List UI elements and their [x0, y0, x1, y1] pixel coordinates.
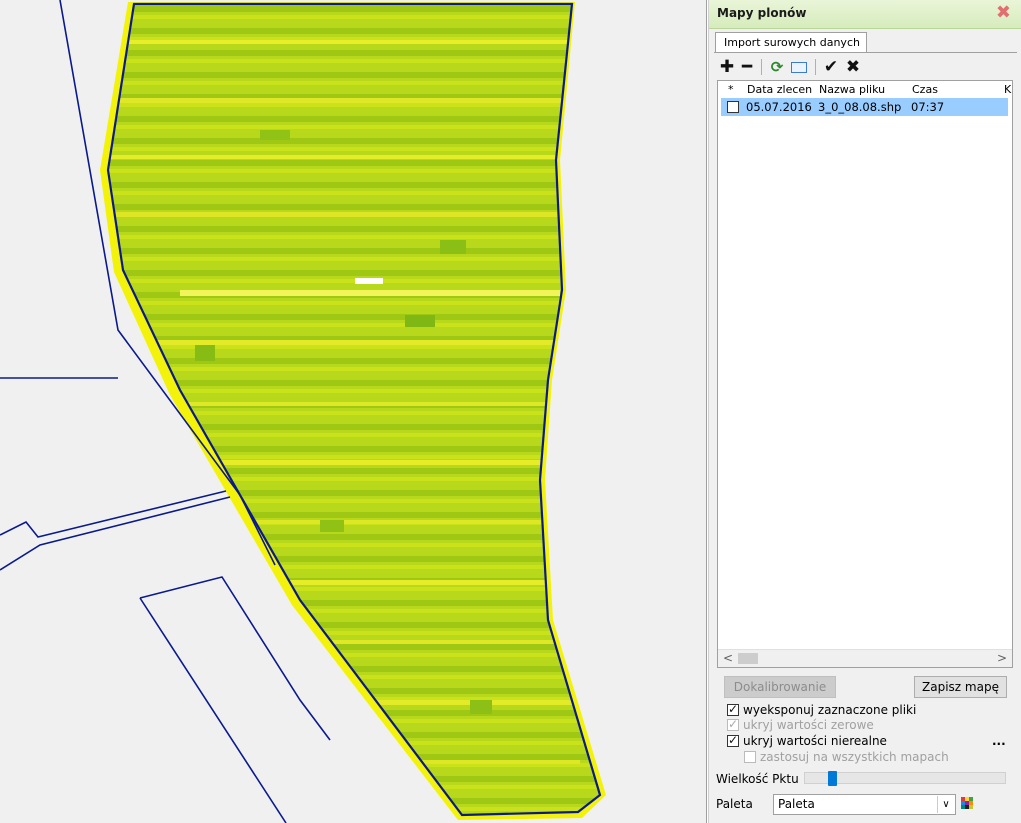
row-filename: 3_0_08.08.shp [818, 100, 902, 114]
point-size-label: Wielkość Pktu [716, 772, 799, 786]
x-icon[interactable]: ✖ [843, 56, 863, 78]
column-header-time[interactable]: Czas [912, 83, 938, 96]
palette-icon[interactable] [961, 797, 974, 810]
chevron-down-icon[interactable]: ∨ [937, 796, 954, 813]
scroll-right-icon[interactable]: > [997, 650, 1007, 667]
hide-unreal-label: ukryj wartości nierealne [743, 734, 887, 748]
apply-all-maps-label: zastosuj na wszystkich mapach [760, 750, 949, 764]
apply-all-maps-checkbox[interactable] [744, 751, 756, 763]
palette-label: Paleta [716, 797, 753, 811]
palette-select[interactable]: Paleta ∨ [773, 794, 956, 815]
export-selected-label: wyeksponuj zaznaczone pliki [743, 703, 917, 717]
calibrate-button[interactable]: Dokalibrowanie [724, 676, 836, 698]
plus-icon[interactable]: ✚ [717, 56, 737, 78]
hide-unreal-checkbox[interactable] [727, 733, 739, 747]
close-icon[interactable]: ✖ [996, 3, 1011, 23]
list-item[interactable]: 05.07.2016 3_0_08.08.shp 07:37 [721, 98, 1008, 116]
hide-zero-label: ukryj wartości zerowe [743, 718, 874, 732]
row-time: 07:37 [911, 100, 945, 114]
panel-titlebar: Mapy plonów ✖ [709, 0, 1021, 29]
panel-title: Mapy plonów [717, 6, 807, 20]
point-size-slider-thumb[interactable] [828, 771, 837, 786]
row-date: 05.07.2016 [746, 100, 812, 114]
map-view[interactable] [0, 0, 707, 823]
horizontal-scrollbar[interactable]: < > [718, 649, 1012, 667]
minus-icon[interactable]: ━ [737, 56, 757, 78]
refresh-icon[interactable]: ⟳ [767, 56, 787, 78]
map-canvas[interactable] [0, 0, 707, 823]
more-options-button[interactable]: ... [992, 734, 1006, 748]
parcel-line-diagonal [139, 597, 287, 823]
list-header: * Data zlecen Nazwa pliku Czas K [718, 81, 1012, 98]
scroll-thumb[interactable] [738, 653, 758, 664]
toolbar-separator [761, 59, 762, 75]
column-header-star[interactable]: * [728, 83, 734, 96]
rectangle-icon[interactable] [789, 56, 809, 78]
point-size-slider[interactable] [804, 771, 1006, 786]
row-checkbox[interactable] [727, 101, 739, 113]
check-icon[interactable]: ✔ [821, 56, 841, 78]
parcel-line-lower-a [0, 490, 227, 538]
column-header-k[interactable]: K [1004, 83, 1011, 96]
column-header-date[interactable]: Data zlecen [747, 83, 812, 96]
toolbar-separator [815, 59, 816, 75]
file-list[interactable]: * Data zlecen Nazwa pliku Czas K 05.07.2… [717, 80, 1013, 668]
palette-select-value: Paleta [778, 797, 815, 811]
hide-zero-checkbox[interactable] [727, 717, 739, 731]
export-selected-checkbox[interactable] [727, 702, 739, 716]
save-map-button[interactable]: Zapisz mapę [914, 676, 1007, 698]
tab-import-raw-data[interactable]: Import surowych danych [715, 32, 867, 53]
column-header-filename[interactable]: Nazwa pliku [819, 83, 885, 96]
scroll-left-icon[interactable]: < [723, 650, 733, 667]
